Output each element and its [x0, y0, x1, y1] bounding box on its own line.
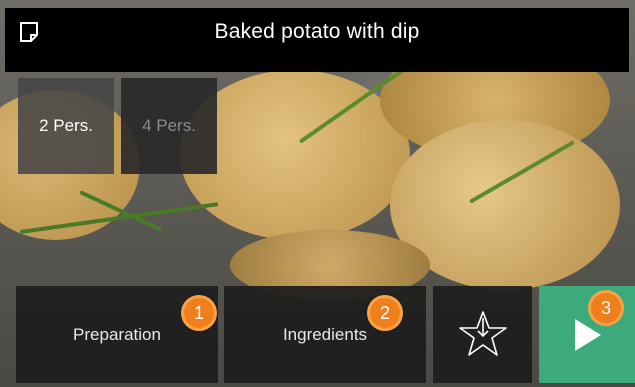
- ingredients-label: Ingredients: [282, 324, 368, 344]
- servings-4-button[interactable]: 4 Pers.: [121, 78, 217, 174]
- servings-2-button[interactable]: 2 Pers.: [18, 78, 114, 174]
- badge-2: 2: [367, 295, 403, 331]
- favorite-button[interactable]: [433, 286, 532, 383]
- preparation-label: Preparation: [73, 324, 161, 344]
- star-arrow-down-icon: [458, 310, 507, 356]
- badge-3: 3: [588, 290, 624, 326]
- top-bar: Baked potato with dip: [5, 8, 629, 72]
- badge-1: 1: [181, 295, 217, 331]
- recipe-title: Baked potato with dip: [214, 20, 420, 43]
